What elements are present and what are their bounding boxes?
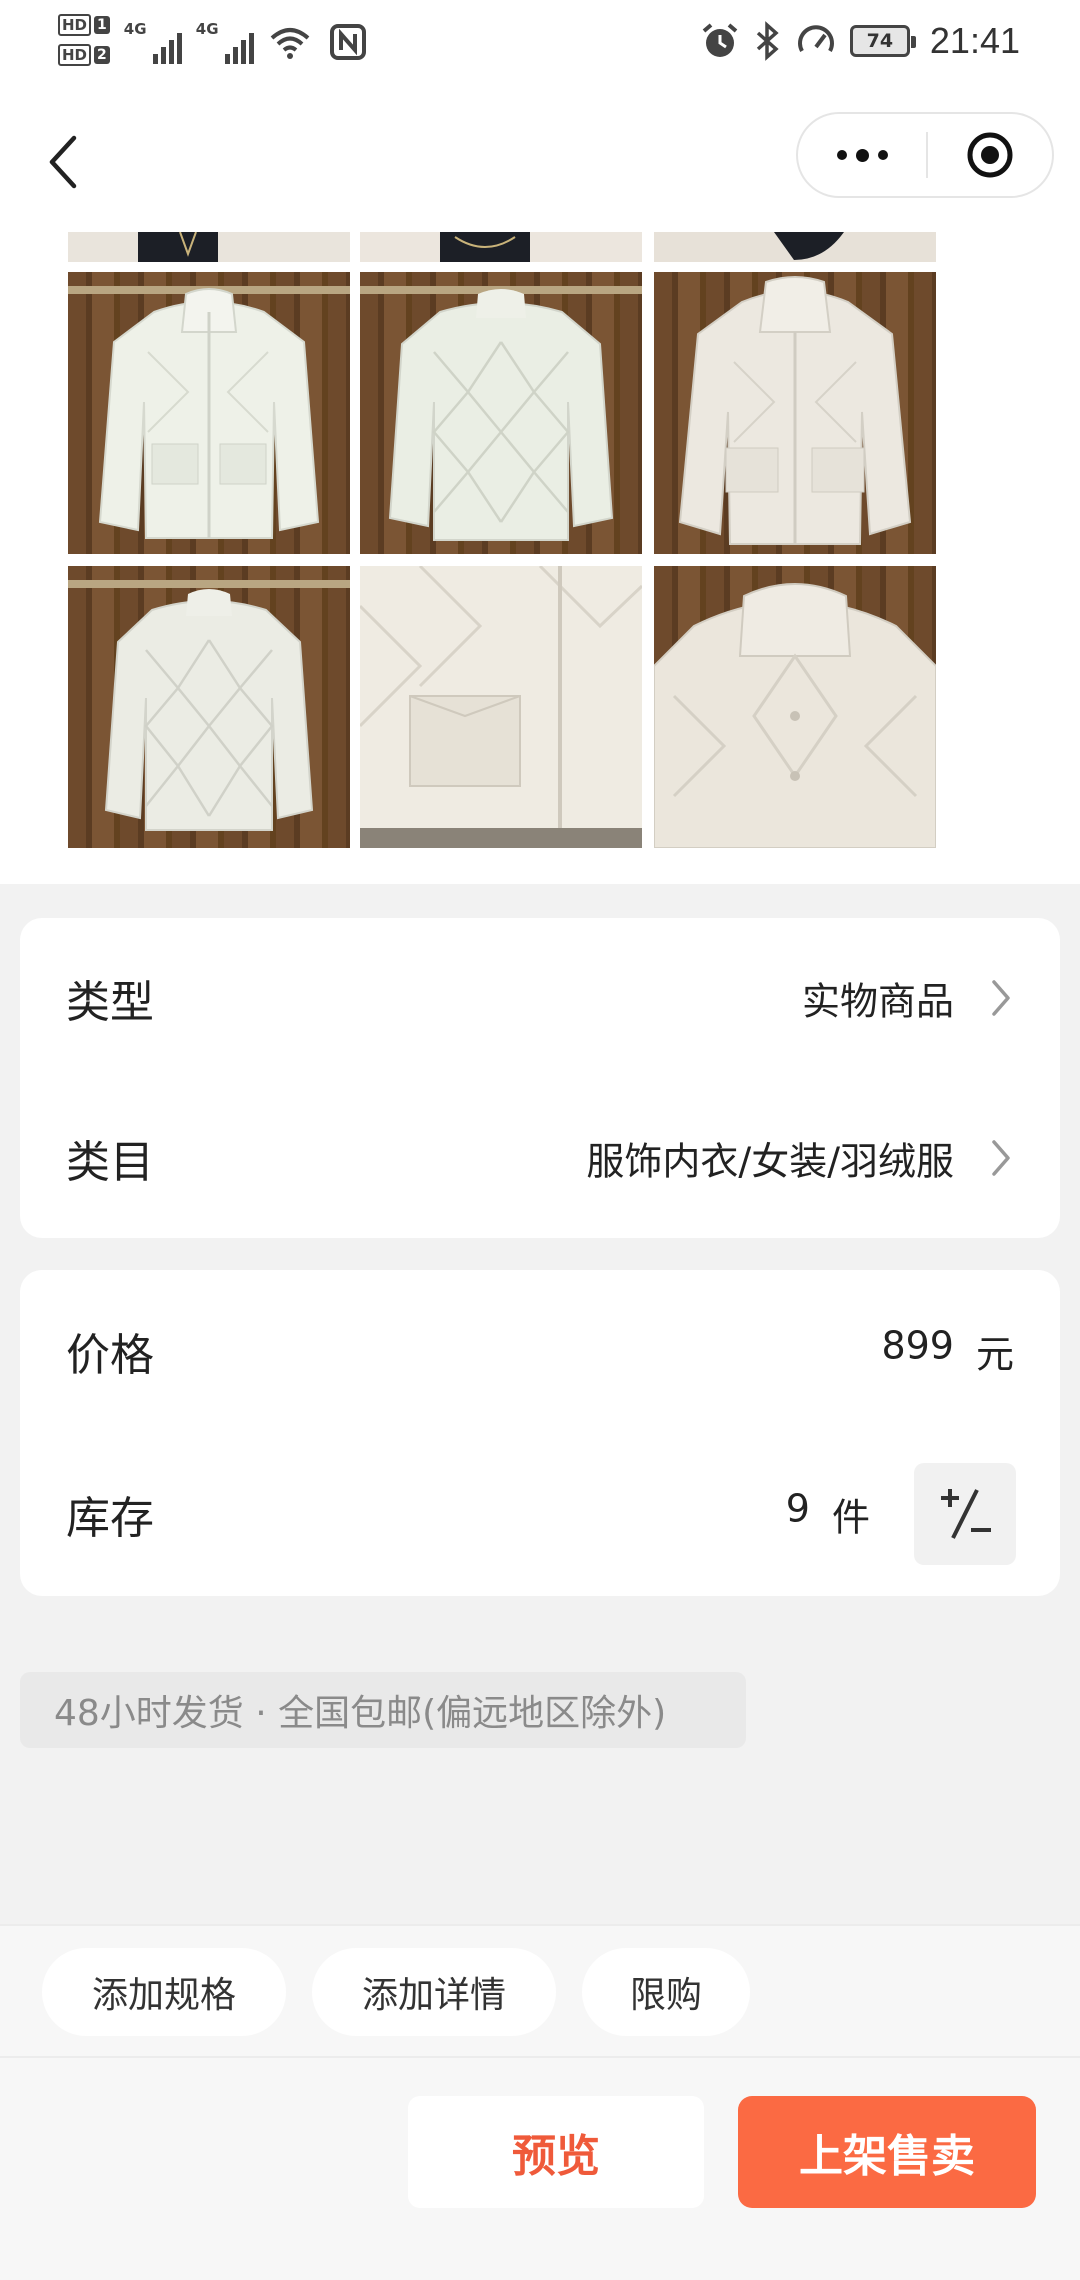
publish-button[interactable]: 上架售卖 <box>738 2096 1036 2208</box>
more-dots-icon[interactable] <box>798 114 926 196</box>
nfc-icon <box>329 24 366 60</box>
shipping-note[interactable]: 48小时发货 · 全国包邮(偏远地区除外) <box>20 1672 746 1748</box>
pricing-card: 价格 899 元 库存 9 件 <box>20 1270 1060 1596</box>
preview-label: 预览 <box>512 2131 600 2182</box>
signal-2-icon: 4G <box>196 20 254 64</box>
alarm-icon <box>702 23 738 57</box>
battery-level: 74 <box>866 30 894 52</box>
product-info-card: 类型 实物商品 类目 服饰内衣/女装/羽绒服 <box>20 918 1060 1238</box>
gallery-image-3[interactable] <box>654 272 936 554</box>
plus-minus-icon[interactable] <box>914 1463 1016 1565</box>
sim1-num: 1 <box>94 16 110 34</box>
gallery-image-1[interactable] <box>68 272 350 554</box>
chevron-left-icon[interactable] <box>40 132 92 192</box>
gallery-image-6[interactable] <box>654 566 936 848</box>
stock-field[interactable]: 9 件 <box>786 1487 870 1542</box>
stock-label: 库存 <box>66 1493 154 1544</box>
sim1-badge: HD 1 <box>58 14 110 36</box>
option-chip-bar: 添加规格 添加详情 限购 <box>0 1924 1080 2056</box>
stock-value: 9 <box>785 1486 810 1531</box>
mini-program-capsule <box>796 112 1054 198</box>
status-right: 74 21:41 <box>700 20 1020 62</box>
add-detail-label: 添加详情 <box>361 1975 506 2016</box>
type-value: 实物商品 <box>801 979 954 1024</box>
gallery-image-partial-2[interactable] <box>360 232 642 262</box>
clock: 21:41 <box>929 20 1020 61</box>
type-label: 类型 <box>66 977 154 1028</box>
wifi-icon <box>270 28 310 59</box>
category-row[interactable]: 类目 服饰内衣/女装/羽绒服 <box>20 1078 1060 1238</box>
shipping-note-text: 48小时发货 · 全国包邮(偏远地区除外) <box>54 1693 667 1734</box>
add-spec-label: 添加规格 <box>91 1975 236 2016</box>
price-label: 价格 <box>66 1330 154 1381</box>
gallery-image-partial-3[interactable] <box>654 232 936 262</box>
bottom-action-bar: 预览 上架售卖 <box>0 2056 1080 2280</box>
speedometer-icon <box>797 25 834 52</box>
preview-button[interactable]: 预览 <box>408 2096 704 2208</box>
nav-bar <box>0 96 1080 232</box>
sim2-badge: HD 2 <box>58 44 110 66</box>
limit-purchase-button[interactable]: 限购 <box>582 1948 750 2036</box>
bluetooth-icon <box>756 21 779 61</box>
status-left: HD 1 HD 2 4G 4G <box>58 14 370 66</box>
status-bar: HD 1 HD 2 4G 4G 74 21:41 <box>0 0 1080 96</box>
price-row[interactable]: 价格 899 元 <box>20 1270 1060 1432</box>
gallery-image-5[interactable] <box>360 566 642 848</box>
gallery-image-partial-1[interactable] <box>68 232 350 262</box>
gallery-image-2[interactable] <box>360 272 642 554</box>
signal-1-gen: 4G <box>123 20 147 38</box>
target-icon[interactable] <box>928 114 1052 196</box>
price-value: 899 <box>881 1323 954 1368</box>
type-row[interactable]: 类型 实物商品 <box>20 918 1060 1078</box>
signal-1-icon: 4G <box>124 20 182 64</box>
stock-row[interactable]: 库存 9 件 <box>20 1432 1060 1596</box>
category-value: 服饰内衣/女装/羽绒服 <box>586 1139 954 1184</box>
chevron-right-icon <box>992 1140 1010 1176</box>
limit-purchase-label: 限购 <box>629 1975 702 2016</box>
category-label: 类目 <box>66 1137 154 1188</box>
sim-badges: HD 1 HD 2 <box>58 14 110 66</box>
image-gallery <box>0 232 1080 884</box>
signal-2-gen: 4G <box>195 20 219 38</box>
gallery-image-4[interactable] <box>68 566 350 848</box>
publish-label: 上架售卖 <box>799 2131 975 2182</box>
add-spec-button[interactable]: 添加规格 <box>42 1948 286 2036</box>
price-field[interactable]: 899 元 <box>881 1324 1014 1379</box>
battery-indicator: 74 <box>849 25 916 57</box>
sim2-num: 2 <box>94 46 110 64</box>
price-unit: 元 <box>975 1332 1014 1377</box>
sim1-label: HD <box>58 14 92 36</box>
sim2-label: HD <box>58 44 92 66</box>
add-detail-button[interactable]: 添加详情 <box>312 1948 556 2036</box>
chevron-right-icon <box>992 980 1010 1016</box>
stock-unit: 件 <box>831 1495 870 1540</box>
